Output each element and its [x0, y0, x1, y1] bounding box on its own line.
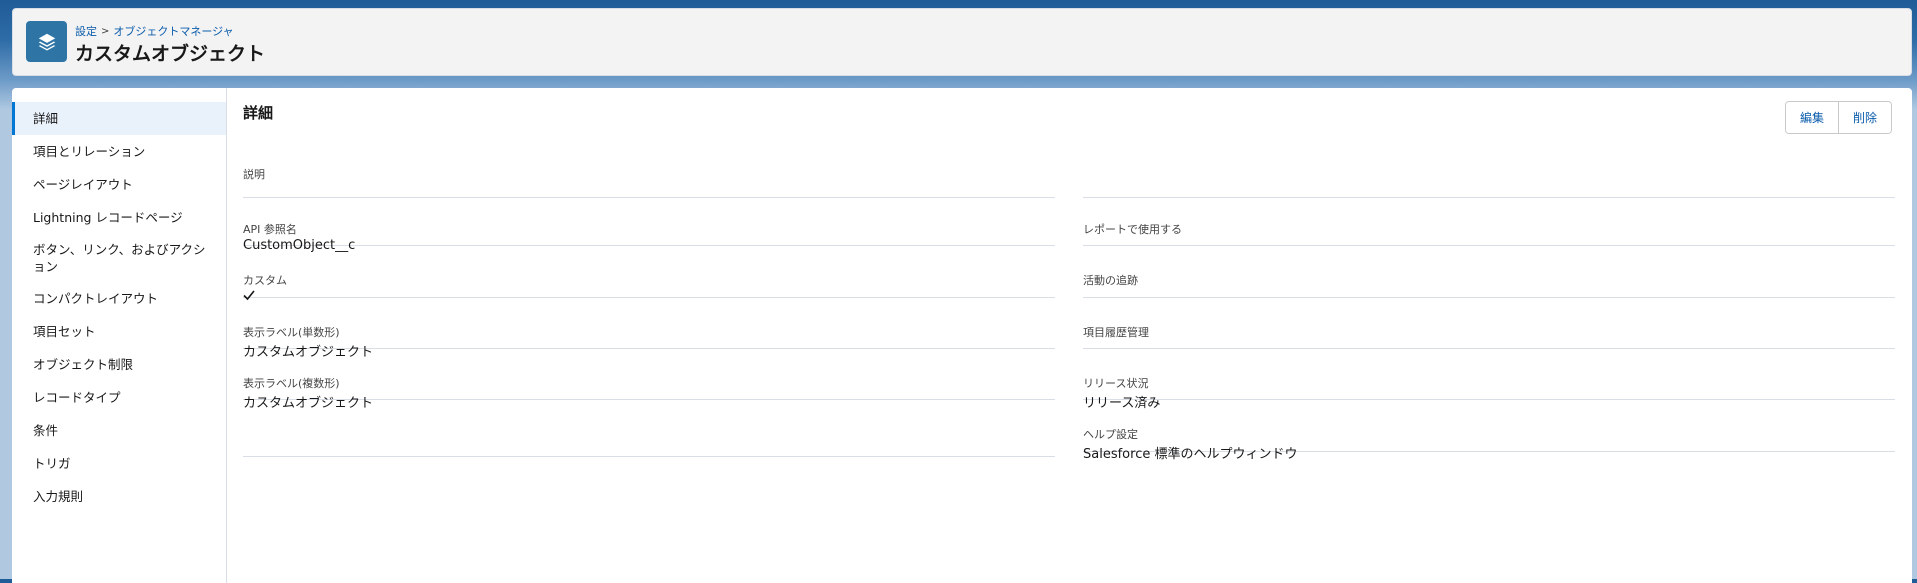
- field-divider: [1083, 166, 1895, 198]
- page-header: 設定 > オブジェクトマネージャ カスタムオブジェクト: [12, 8, 1912, 76]
- field-use-in-reports: レポートで使用する: [1083, 221, 1895, 246]
- main-panel: 詳細 項目とリレーション ページレイアウト Lightning レコードページ …: [12, 88, 1912, 583]
- field-label: 説明: [243, 168, 265, 181]
- layers-icon: [26, 21, 67, 62]
- field-label: 表示ラベル(複数形): [243, 377, 340, 390]
- action-button-group: 編集 削除: [1784, 101, 1892, 134]
- sidebar-item-record-types[interactable]: レコードタイプ: [12, 381, 226, 414]
- field-api-name: API 参照名 CustomObject__c: [243, 221, 1055, 253]
- sidebar-item-page-layouts[interactable]: ページレイアウト: [12, 168, 226, 201]
- edit-button[interactable]: 編集: [1785, 102, 1838, 133]
- field-label-plural: 表示ラベル(複数形) カスタムオブジェクト: [243, 375, 1055, 411]
- field-deployment-status: リリース状況 リリース済み: [1083, 375, 1895, 411]
- checkmark-icon: [243, 289, 255, 305]
- sidebar-item-buttons-links-actions[interactable]: ボタン、リンク、およびアクション: [12, 234, 226, 282]
- field-label: カスタム: [243, 274, 287, 287]
- field-divider: [243, 426, 1055, 457]
- field-label: API 参照名: [243, 223, 297, 236]
- field-label: 活動の追跡: [1083, 274, 1138, 287]
- sidebar-item-lightning-record-pages[interactable]: Lightning レコードページ: [12, 201, 226, 234]
- breadcrumb-separator: >: [101, 25, 110, 37]
- sidebar-item-fields-relationships[interactable]: 項目とリレーション: [12, 135, 226, 168]
- field-value: カスタムオブジェクト: [243, 396, 374, 411]
- field-value: リリース済み: [1083, 396, 1161, 411]
- page-title: カスタムオブジェクト: [75, 43, 266, 65]
- sidebar-item-object-limits[interactable]: オブジェクト制限: [12, 348, 226, 381]
- field-value: CustomObject__c: [243, 238, 356, 253]
- sidebar: 詳細 項目とリレーション ページレイアウト Lightning レコードページ …: [12, 88, 227, 583]
- field-label-singular: 表示ラベル(単数形) カスタムオブジェクト: [243, 324, 1055, 360]
- sidebar-item-validation-rules[interactable]: 入力規則: [12, 480, 226, 513]
- breadcrumb-setup-link[interactable]: 設定: [75, 23, 97, 39]
- sidebar-item-field-sets[interactable]: 項目セット: [12, 315, 226, 348]
- sidebar-item-compact-layouts[interactable]: コンパクトレイアウト: [12, 282, 226, 315]
- field-label: 項目履歴管理: [1083, 326, 1149, 339]
- section-title: 詳細: [243, 104, 274, 122]
- field-label: レポートで使用する: [1083, 223, 1182, 236]
- sidebar-item-triggers[interactable]: トリガ: [12, 447, 226, 480]
- field-history-tracking: 項目履歴管理: [1083, 324, 1895, 349]
- field-help-settings: ヘルプ設定 Salesforce 標準のヘルプウィンドウ: [1083, 426, 1895, 462]
- field-label: 表示ラベル(単数形): [243, 326, 340, 339]
- field-label: リリース状況: [1083, 377, 1149, 390]
- field-custom: カスタム: [243, 272, 1055, 301]
- sidebar-item-details[interactable]: 詳細: [12, 102, 226, 135]
- field-description: 説明: [243, 166, 1055, 198]
- field-value: Salesforce 標準のヘルプウィンドウ: [1083, 447, 1298, 462]
- breadcrumb-object-manager-link[interactable]: オブジェクトマネージャ: [113, 23, 233, 39]
- sidebar-nav: 詳細 項目とリレーション ページレイアウト Lightning レコードページ …: [12, 88, 226, 513]
- sidebar-item-conditions[interactable]: 条件: [12, 414, 226, 447]
- field-track-activities: 活動の追跡: [1083, 272, 1895, 298]
- detail-content: 詳細 編集 削除 説明 API 参照名 CustomObject__c レポート…: [227, 88, 1912, 583]
- breadcrumb: 設定 > オブジェクトマネージャ: [75, 23, 234, 39]
- field-value: カスタムオブジェクト: [243, 345, 374, 360]
- field-label: ヘルプ設定: [1083, 428, 1138, 441]
- delete-button[interactable]: 削除: [1837, 102, 1891, 133]
